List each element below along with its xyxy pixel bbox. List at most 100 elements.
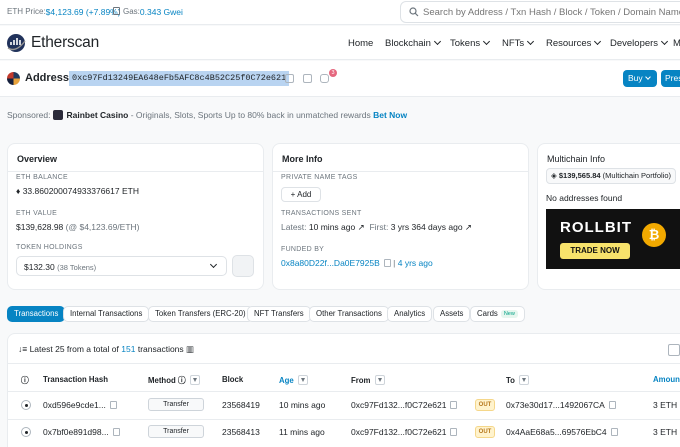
- filter-icon[interactable]: [518, 375, 529, 385]
- divider: [8, 363, 680, 364]
- copy-icon[interactable]: [285, 74, 294, 83]
- nav-nfts[interactable]: NFTs: [502, 37, 535, 49]
- layers-icon: ◈: [551, 171, 559, 180]
- address-hash[interactable]: 0xc97Fd13249EA648eFb5AFC8c4B52C25f0C72e6…: [69, 71, 290, 86]
- from-address[interactable]: 0xc97Fd132...f0C72e621: [351, 427, 458, 437]
- bar-chart-icon[interactable]: ▥: [186, 344, 194, 354]
- funded-by-age[interactable]: 4 yrs ago: [398, 258, 433, 268]
- eth-value-label: ETH VALUE: [16, 210, 58, 217]
- divider: [8, 419, 680, 420]
- top-bar: ETH Price: $4,123.69 (+7.89%) Gas: 0.343…: [0, 0, 680, 25]
- wallet-icon[interactable]: [232, 255, 254, 277]
- to-address[interactable]: 0x73e30d17...1492067CA: [506, 400, 616, 410]
- ad-cta-button[interactable]: TRADE NOW: [560, 243, 630, 259]
- qr-code-icon[interactable]: [303, 74, 312, 83]
- token-holdings-dropdown[interactable]: $132.30 (38 Tokens): [16, 256, 227, 276]
- transactions-card: ↓≡ Latest 25 from a total of 151 transac…: [7, 333, 680, 447]
- tab-internal-transactions[interactable]: Internal Transactions: [63, 306, 150, 322]
- copy-icon[interactable]: [383, 259, 391, 267]
- gas-label: Gas:: [123, 7, 140, 16]
- nav-blockchain[interactable]: Blockchain: [385, 37, 441, 49]
- overview-title: Overview: [17, 154, 58, 164]
- tab-other-transactions[interactable]: Other Transactions: [309, 306, 389, 322]
- tab-token-transfers[interactable]: Token Transfers (ERC-20): [148, 306, 253, 322]
- transactions-summary: ↓≡ Latest 25 from a total of 151 transac…: [18, 344, 194, 355]
- filter-icon[interactable]: [374, 375, 385, 385]
- filter-icon[interactable]: [297, 375, 308, 385]
- etherscan-logo-icon[interactable]: [6, 33, 28, 53]
- tx-age: 10 mins ago: [279, 400, 326, 410]
- first-value[interactable]: 3 yrs 364 days ago: [391, 222, 463, 232]
- tab-transactions[interactable]: Transactions: [7, 306, 66, 322]
- sponsor-name[interactable]: Rainbet Casino: [66, 110, 128, 120]
- tab-analytics[interactable]: Analytics: [387, 306, 433, 322]
- copy-icon[interactable]: [112, 428, 120, 436]
- help-icon[interactable]: ⓘ: [178, 376, 186, 385]
- multichain-portfolio-badge[interactable]: ◈ $139,565.84 (Multichain Portfolio): [546, 168, 677, 184]
- arrow-up-right-icon: ↗: [464, 222, 473, 232]
- copy-icon[interactable]: [608, 401, 616, 409]
- search-box[interactable]: [400, 1, 680, 23]
- from-address[interactable]: 0xc97Fd132...f0C72e621: [351, 400, 458, 410]
- help-icon[interactable]: ⓘ: [21, 375, 29, 386]
- col-transaction-hash: Transaction Hash: [43, 375, 108, 384]
- tx-hash[interactable]: 0x7bf0e891d98...: [43, 427, 120, 437]
- download-icon[interactable]: [668, 344, 680, 356]
- eth-balance-amount: 33.860200074933376617 ETH: [22, 186, 139, 196]
- col-amount[interactable]: Amount: [653, 375, 680, 384]
- tab-nft-transfers[interactable]: NFT Transfers: [247, 306, 311, 322]
- nav-developers[interactable]: Developers: [610, 37, 669, 49]
- nav-tokens[interactable]: Tokens: [450, 37, 491, 49]
- private-tags-label: PRIVATE NAME TAGS: [281, 174, 358, 181]
- filter-icon[interactable]: [189, 375, 200, 385]
- nav-home[interactable]: Home: [348, 38, 373, 49]
- eth-value: $139,628.98 (@ $4,123.69/ETH): [16, 222, 139, 232]
- eth-balance-label: ETH BALANCE: [16, 174, 68, 181]
- summary-count[interactable]: 151: [121, 344, 135, 354]
- eye-icon[interactable]: [21, 400, 31, 410]
- copy-icon[interactable]: [610, 428, 618, 436]
- nav-resources[interactable]: Resources: [546, 37, 602, 49]
- tx-hash-text: 0x7bf0e891d98...: [43, 427, 109, 437]
- block-number[interactable]: 23568413: [222, 427, 260, 437]
- copy-icon[interactable]: [450, 428, 458, 436]
- buy-button[interactable]: Buy: [623, 70, 657, 87]
- sponsored-prefix: Sponsored:: [7, 110, 51, 120]
- col-age[interactable]: Age: [279, 375, 308, 385]
- tx-age: 11 mins ago: [279, 427, 325, 437]
- eth-balance-value: ♦ 33.860200074933376617 ETH: [16, 186, 139, 196]
- nav-more[interactable]: M: [673, 38, 680, 49]
- tx-sent-values: Latest: 10 mins ago ↗ First: 3 yrs 364 d…: [281, 222, 472, 233]
- nav-nfts-label: NFTs: [502, 38, 525, 49]
- tab-cards[interactable]: Cards New: [470, 306, 525, 322]
- tab-cards-label: Cards: [477, 309, 498, 318]
- block-number[interactable]: 23568419: [222, 400, 260, 410]
- copy-icon[interactable]: [109, 401, 117, 409]
- eth-diamond-icon: ♦: [16, 186, 23, 196]
- eth-price-value[interactable]: $4,123.69 (+7.89%): [46, 7, 121, 17]
- address-label: Address: [25, 72, 70, 84]
- to-address[interactable]: 0x4AaE68a5...69576EbC4: [506, 427, 618, 437]
- copy-icon[interactable]: [450, 401, 458, 409]
- funded-by-label: FUNDED BY: [281, 246, 325, 253]
- brand-name[interactable]: Etherscan: [31, 34, 99, 52]
- token-holdings-value: $132.30 (38 Tokens): [24, 262, 96, 272]
- divider: [8, 391, 680, 392]
- sort-icon: ↓≡: [18, 344, 30, 354]
- add-tag-button[interactable]: + Add: [281, 187, 321, 202]
- search-input[interactable]: [423, 5, 680, 20]
- tx-hash[interactable]: 0xd596e9cde1...: [43, 400, 117, 410]
- nav-resources-label: Resources: [546, 38, 592, 49]
- press-button[interactable]: Pres: [661, 70, 680, 87]
- funded-by-address[interactable]: 0x8a80D22f...Da0E7925B: [281, 258, 380, 268]
- sponsor-cta-link[interactable]: Bet Now: [373, 110, 407, 120]
- buy-label: Buy: [628, 73, 643, 83]
- eye-icon[interactable]: [21, 427, 31, 437]
- gas-value[interactable]: 0.343 Gwei: [140, 7, 183, 17]
- latest-value[interactable]: 10 mins ago: [309, 222, 355, 232]
- token-holdings-label: TOKEN HOLDINGS: [16, 244, 83, 251]
- rollbit-ad[interactable]: ROLLBIT TRADE NOW ₿: [546, 209, 680, 269]
- eth-value-amount: $139,628.98: [16, 222, 64, 232]
- tab-assets[interactable]: Assets: [433, 306, 471, 322]
- comment-icon[interactable]: [320, 74, 329, 83]
